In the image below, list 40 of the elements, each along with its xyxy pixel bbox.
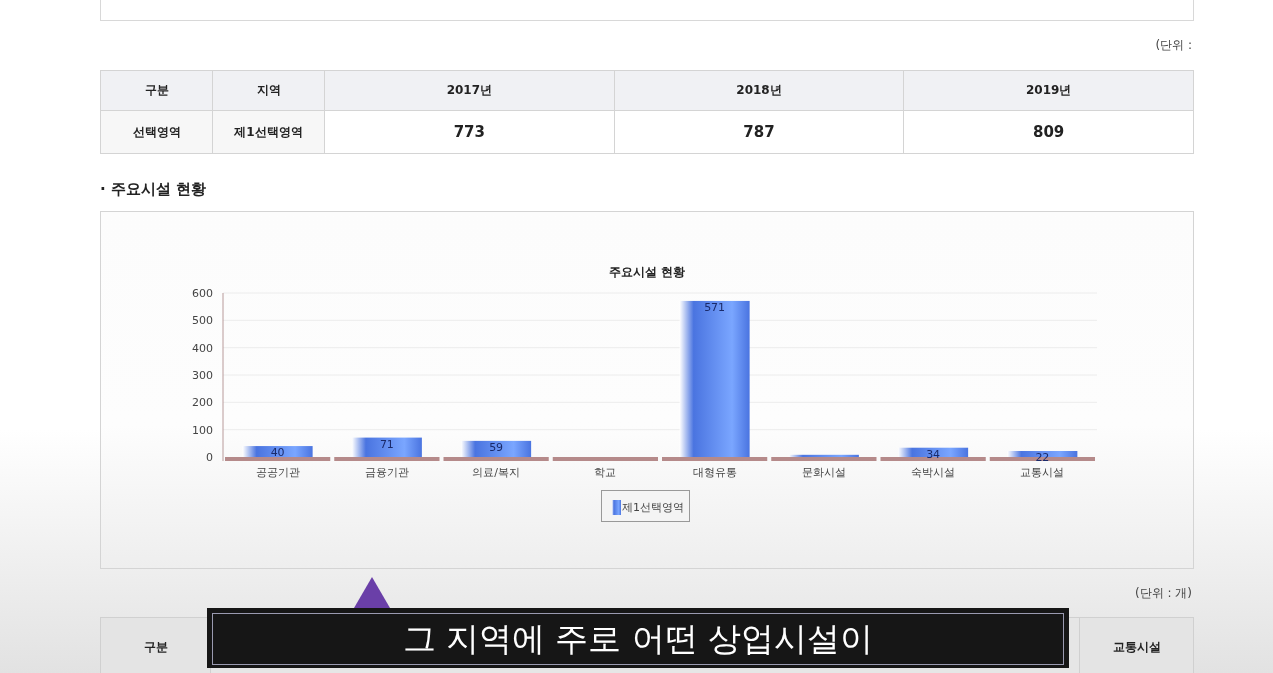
section-title: · 주요시설 현황	[100, 180, 208, 199]
category-label: 문화시설	[801, 466, 846, 479]
axis-tick-label: 500	[192, 314, 213, 328]
axis-tick-label: 600	[192, 287, 213, 300]
triangle-marker	[354, 577, 390, 608]
axis-tick-label: 100	[192, 423, 213, 437]
bar-value-label: 71	[379, 437, 394, 451]
unit-label: (단위 : 개)	[1134, 584, 1192, 602]
category-label: 대형유통	[692, 466, 737, 479]
bar	[351, 437, 422, 457]
bar	[461, 440, 532, 457]
table-cell: 773	[324, 110, 615, 154]
legend-label: 제1선택영역	[622, 501, 684, 514]
category-label: 공공기관	[255, 466, 300, 479]
table-cell: 선택영역	[100, 110, 213, 154]
table-header-cell: 구분	[100, 70, 213, 111]
axis-tick-label: 200	[192, 396, 213, 410]
subtitle-text: 그 지역에 주로 어떤 상업시설이	[402, 617, 874, 660]
axis-tick-label: 300	[192, 369, 213, 382]
bar	[788, 454, 859, 457]
table-header-cell: 2017년	[324, 70, 615, 111]
table-header-cell: 2019년	[903, 70, 1194, 111]
bar-value-label: 59	[489, 440, 504, 454]
table-cell: 809	[903, 110, 1194, 154]
bar	[242, 446, 313, 457]
category-label: 숙박시설	[911, 466, 956, 479]
category-label: 의료/복지	[472, 466, 520, 479]
axis-tick-label: 400	[192, 341, 213, 355]
chart-title: 주요시설 현황	[608, 265, 686, 279]
axis-tick-label: 0	[206, 451, 213, 464]
bar-value-label: 40	[270, 446, 285, 460]
category-label: 교통시설	[1020, 466, 1065, 479]
table-cell: 제1선택영역	[212, 110, 325, 154]
table-cell: 787	[614, 110, 904, 154]
unit-label: (단위 :	[1155, 37, 1192, 54]
table-header-cell: 지역	[212, 70, 325, 111]
bar-value-label: 571	[704, 300, 726, 314]
category-label: 학교	[594, 466, 617, 479]
table-header-cell: 2018년	[614, 70, 904, 111]
category-label: 금융기관	[364, 466, 409, 479]
